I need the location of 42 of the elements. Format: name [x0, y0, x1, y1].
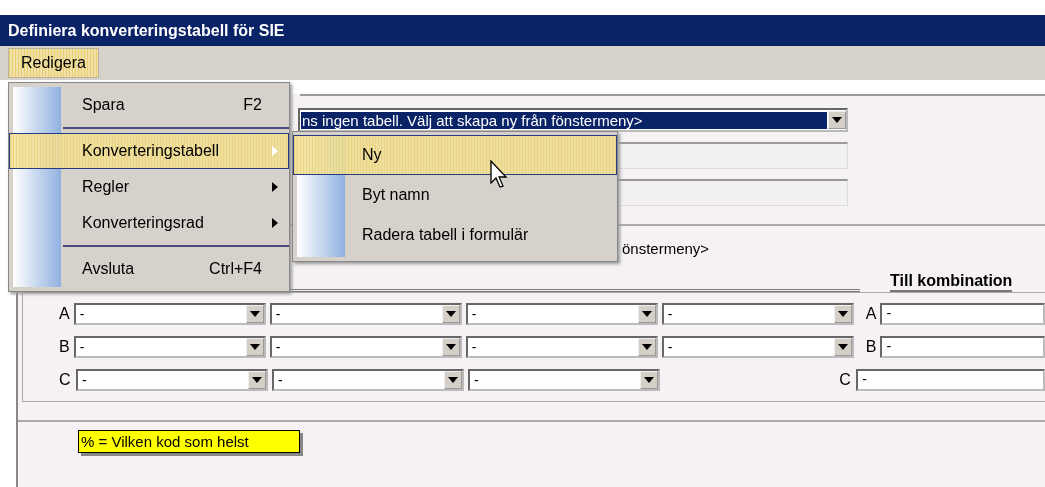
menu-item[interactable]: Konverteringstabell — [9, 133, 289, 169]
menu-item[interactable]: Byt namn — [293, 175, 617, 215]
input-field[interactable]: - — [880, 336, 1045, 358]
table-dropdown[interactable]: ns ingen tabell. Välj att skapa ny från fönstermeny> — [298, 108, 848, 132]
menu-item-label: Regler — [82, 178, 131, 196]
column-heading: Till kombination — [890, 272, 1013, 292]
dropdown-field[interactable]: - — [465, 303, 658, 325]
menu-item-label: Konverteringstabell — [82, 142, 220, 160]
mouse-pointer-icon — [490, 160, 510, 190]
row-label: A — [59, 305, 71, 323]
menu-item[interactable]: Konverteringsrad — [9, 205, 289, 241]
row-label: C — [839, 371, 852, 389]
row-label: B — [865, 338, 878, 356]
dropdown-field[interactable]: - — [269, 336, 462, 358]
menu-item-label: Konverteringsrad — [82, 214, 205, 232]
row-label: A — [865, 305, 878, 323]
menu-item[interactable]: Spara F2 — [9, 87, 289, 123]
input-field[interactable]: - — [880, 303, 1045, 325]
dropdown-field[interactable]: - — [73, 303, 266, 325]
window-title: Definiera konverteringstabell för SIE — [8, 21, 285, 40]
menu-item[interactable]: Regler — [9, 169, 289, 205]
menu-item-label: Spara — [82, 96, 126, 114]
menu-item[interactable]: Avsluta Ctrl+F4 — [9, 251, 289, 287]
shortcut-label: Ctrl+F4 — [209, 260, 262, 278]
row-label: C — [59, 371, 72, 389]
shortcut-label: F2 — [243, 96, 262, 114]
dropdown-field[interactable]: - — [467, 369, 660, 391]
dropdown-field[interactable]: - — [271, 369, 464, 391]
dropdown-field[interactable]: - — [269, 303, 462, 325]
menu-item-label: Avsluta — [82, 260, 136, 278]
dropdown-field[interactable]: - — [661, 303, 854, 325]
info-text: önstermeny> — [622, 240, 711, 259]
dropdown-field[interactable]: - — [661, 336, 854, 358]
input-field[interactable]: - — [856, 369, 1045, 391]
menu-item[interactable]: Ny — [293, 135, 617, 175]
menu-item[interactable]: Radera tabell i formulär — [293, 215, 617, 255]
dropdown-field[interactable]: - — [75, 369, 268, 391]
menu-bar-item[interactable]: Redigera — [8, 48, 99, 78]
dropdown-field[interactable]: - — [465, 336, 658, 358]
note-label: % = Vilken kod som helst — [78, 430, 300, 453]
dropdown-field[interactable]: - — [73, 336, 266, 358]
row-label: B — [59, 338, 71, 356]
